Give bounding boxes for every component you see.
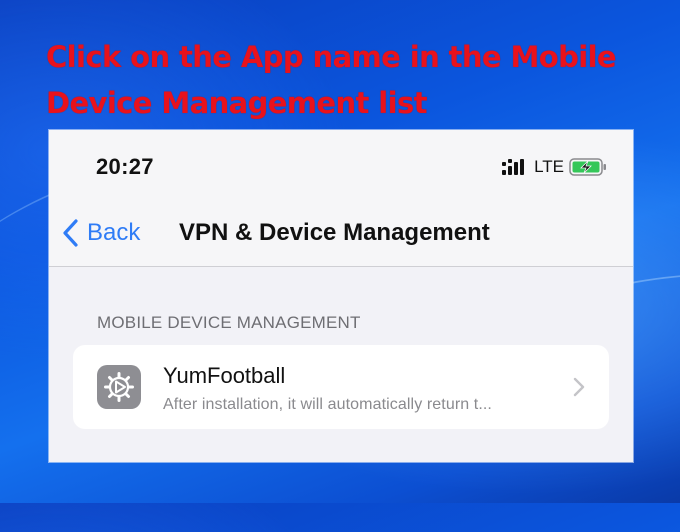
back-label: Back: [87, 219, 141, 246]
phone-screen: 20:27 LTE Back VPN & Device Management M…: [49, 130, 633, 462]
chevron-left-icon: [63, 219, 78, 247]
status-time: 20:27: [96, 154, 154, 179]
instruction-line-2: Device Management list: [46, 86, 428, 120]
battery-charging-icon: [569, 158, 606, 176]
section-header: MOBILE DEVICE MANAGEMENT: [97, 313, 361, 332]
app-name: YumFootball: [163, 363, 286, 388]
instruction-text: Click on the App name in the Mobile Devi…: [46, 34, 666, 126]
mdm-profile-item[interactable]: YumFootball After installation, it will …: [73, 345, 609, 429]
instruction-line-1: Click on the App name in the Mobile: [46, 40, 617, 74]
settings-gear-icon: [97, 365, 141, 409]
back-button[interactable]: Back: [61, 218, 140, 248]
navigation-header: 20:27 LTE Back VPN & Device Management: [49, 130, 633, 267]
app-description: After installation, it will automaticall…: [163, 396, 492, 413]
network-type: LTE: [534, 157, 564, 176]
signal-icon: [502, 158, 525, 175]
chevron-right-icon: [573, 377, 585, 397]
gear-glyph: [104, 372, 134, 402]
page-title: VPN & Device Management: [179, 219, 490, 246]
status-indicators: LTE: [502, 157, 607, 177]
